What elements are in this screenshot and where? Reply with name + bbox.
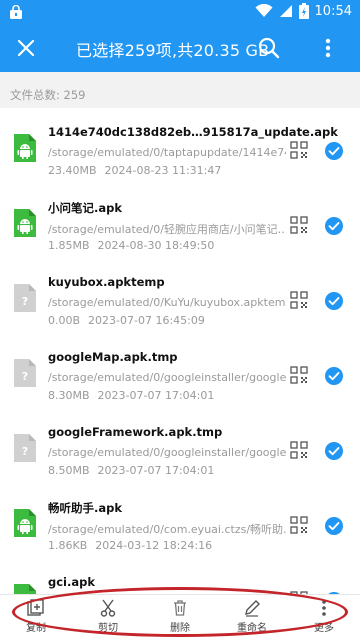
file-count-label: 文件总数: <box>10 88 60 102</box>
selection-app-bar: 已选择259项,共20.35 GB <box>0 24 360 72</box>
file-name: 畅听助手.apk <box>48 501 123 515</box>
unknown-file-icon: ? <box>14 434 36 462</box>
file-name: gci.apk <box>48 575 95 589</box>
file-list-item[interactable]: 小问笔记.apk/storage/emulated/0/轻腕应用商店/小问笔记…… <box>0 183 360 258</box>
cut-label: 剪切 <box>98 623 118 634</box>
file-meta: 0.00B 2023-07-07 16:45:09 <box>48 314 213 327</box>
qr-code-icon[interactable] <box>290 216 308 234</box>
file-date: 2023-07-07 16:45:09 <box>88 314 205 327</box>
checked-circle-icon[interactable] <box>325 142 343 160</box>
file-path: /storage/emulated/0/googleinstaller/goog… <box>48 446 286 459</box>
delete-label: 删除 <box>170 623 190 634</box>
file-size: 8.30MB <box>48 389 90 402</box>
delete-button[interactable]: 删除 <box>158 597 202 639</box>
checked-circle-icon[interactable] <box>325 217 343 235</box>
file-name: googleFramework.apk.tmp <box>48 425 223 439</box>
file-count: 文件总数: 259 <box>10 87 85 103</box>
svg-text:?: ? <box>22 295 28 308</box>
svg-text:?: ? <box>22 445 28 458</box>
file-date: 2023-07-07 17:04:01 <box>97 464 215 477</box>
cut-button[interactable]: 剪切 <box>86 597 130 639</box>
file-path: /storage/emulated/0/KuYu/kuyubox.apktemp <box>48 296 286 309</box>
file-name: 小问笔记.apk <box>48 201 123 215</box>
file-date: 2024-08-30 18:49:50 <box>97 239 215 252</box>
file-list-item[interactable]: ? googleFramework.apk.tmp/storage/emulate… <box>0 408 360 483</box>
file-meta: 23.40MB 2024-08-23 11:31:47 <box>48 164 229 177</box>
overflow-menu-icon[interactable] <box>318 37 338 59</box>
pencil-icon <box>245 600 260 617</box>
wifi-icon <box>255 4 273 17</box>
status-time: 10:54 <box>314 3 352 19</box>
copy-button[interactable]: 复制 <box>14 597 58 639</box>
file-path: /storage/emulated/0/轻腕应用商店/小问笔记… <box>48 223 286 236</box>
bottom-action-toolbar: 复制 剪切 删除 重命名 更多 <box>0 594 360 641</box>
rename-button[interactable]: 重命名 <box>230 597 274 639</box>
file-meta: 8.30MB 2023-07-07 17:04:01 <box>48 389 222 402</box>
file-list-item[interactable]: ? googleMap.apk.tmp/storage/emulated/0/go… <box>0 333 360 408</box>
file-size: 1.86KB <box>48 539 88 552</box>
file-date: 2024-08-23 11:31:47 <box>104 164 222 177</box>
file-meta: 8.50MB 2023-07-07 17:04:01 <box>48 464 222 477</box>
file-list-item[interactable]: ? kuyubox.apktemp/storage/emulated/0/KuYu… <box>0 258 360 333</box>
file-count-value: 259 <box>63 88 86 102</box>
file-list-item[interactable]: 1414e740dc138d82eb…915817a_update.apk/st… <box>0 108 360 183</box>
qr-code-icon[interactable] <box>290 141 308 159</box>
lock-icon <box>10 5 22 19</box>
battery-icon <box>298 3 309 19</box>
more-button[interactable]: 更多 <box>302 597 346 639</box>
file-size: 0.00B <box>48 314 81 327</box>
trash-icon <box>174 600 186 616</box>
file-name: kuyubox.apktemp <box>48 275 165 289</box>
qr-code-icon[interactable] <box>290 366 308 384</box>
checked-circle-icon[interactable] <box>325 367 343 385</box>
file-name: googleMap.apk.tmp <box>48 350 178 364</box>
checked-circle-icon[interactable] <box>325 517 343 535</box>
file-meta: 1.86KB 2024-03-12 18:24:16 <box>48 539 220 552</box>
status-bar: 10:54 <box>0 0 360 24</box>
file-size: 1.85MB <box>48 239 90 252</box>
android-apk-icon <box>14 134 36 162</box>
file-date: 2023-07-07 17:04:01 <box>97 389 215 402</box>
rename-label: 重命名 <box>237 623 267 634</box>
file-name: 1414e740dc138d82eb…915817a_update.apk <box>48 125 338 139</box>
signal-icon <box>279 5 292 17</box>
close-icon[interactable] <box>14 36 38 60</box>
scissors-icon <box>100 599 116 617</box>
more-label: 更多 <box>314 623 334 634</box>
android-apk-icon <box>14 509 36 537</box>
file-list-item[interactable]: 畅听助手.apk/storage/emulated/0/com.eyuai.ct… <box>0 483 360 558</box>
file-path: /storage/emulated/0/taptapupdate/1414e74… <box>48 146 286 159</box>
file-path: /storage/emulated/0/com.eyuai.ctzs/畅听助… <box>48 523 286 536</box>
copy-icon <box>27 599 44 616</box>
file-list: 1414e740dc138d82eb…915817a_update.apk/st… <box>0 108 360 612</box>
more-vertical-icon <box>322 600 326 616</box>
file-size: 23.40MB <box>48 164 97 177</box>
file-meta: 1.85MB 2024-08-30 18:49:50 <box>48 239 222 252</box>
checked-circle-icon[interactable] <box>325 442 343 460</box>
checked-circle-icon[interactable] <box>325 292 343 310</box>
file-path: /storage/emulated/0/googleinstaller/goog… <box>48 371 286 384</box>
unknown-file-icon: ? <box>14 359 36 387</box>
search-icon[interactable] <box>258 37 280 59</box>
android-apk-icon <box>14 209 36 237</box>
file-count-bar: 文件总数: 259 <box>0 72 360 108</box>
file-size: 8.50MB <box>48 464 90 477</box>
selection-title: 已选择259项,共20.35 GB <box>76 41 270 60</box>
qr-code-icon[interactable] <box>290 441 308 459</box>
qr-code-icon[interactable] <box>290 291 308 309</box>
unknown-file-icon: ? <box>14 284 36 312</box>
svg-text:?: ? <box>22 370 28 383</box>
copy-label: 复制 <box>26 623 46 634</box>
qr-code-icon[interactable] <box>290 516 308 534</box>
file-date: 2024-03-12 18:24:16 <box>95 539 213 552</box>
